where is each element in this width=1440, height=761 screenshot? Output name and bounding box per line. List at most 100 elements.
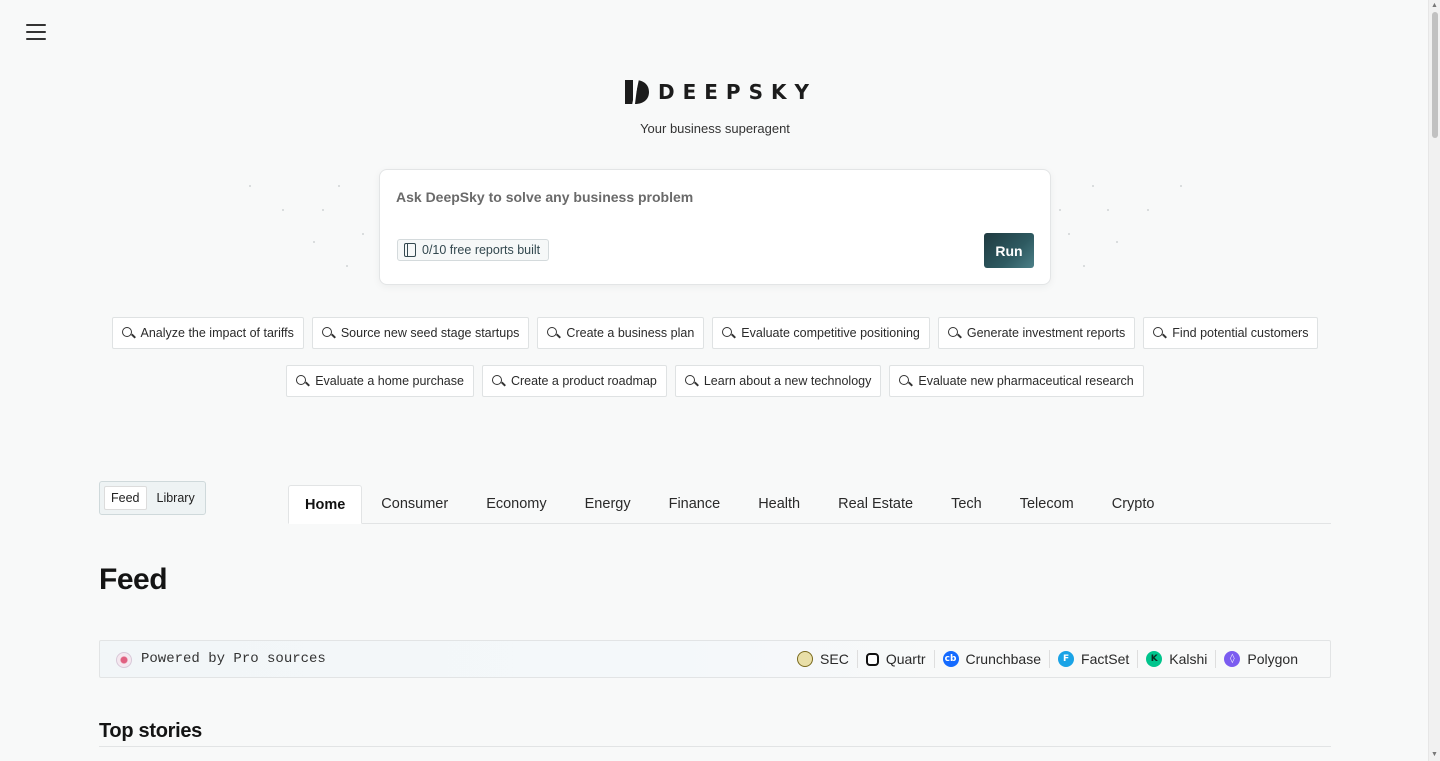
source-factset[interactable]: F FactSet [1049,650,1137,668]
decor-dot [1107,209,1109,211]
tab-telecom[interactable]: Telecom [1001,485,1093,523]
source-sec[interactable]: SEC [789,650,857,668]
suggestion-chip[interactable]: Create a business plan [537,317,705,349]
section-title-top-stories: Top stories [99,720,203,742]
tab-home[interactable]: Home [288,485,363,524]
decor-dot [346,265,348,267]
factset-icon: F [1058,651,1075,667]
page: DEEPSKY Your business superagent 0/10 fr… [0,0,1440,761]
decor-dot [249,185,251,187]
toggle-library[interactable]: Library [151,486,201,510]
powered-by-label: Powered by Pro sources [141,651,326,667]
feed-library-toggle: Feed Library [99,481,206,515]
scroll-up-icon[interactable]: ▲ [1431,2,1438,10]
tagline: Your business superagent [640,121,790,136]
divider [99,746,1331,747]
decor-dot [338,185,340,187]
decor-dot [1147,209,1149,211]
source-polygon[interactable]: ◊ Polygon [1215,650,1306,668]
decor-dot [322,209,324,211]
brand-name: DEEPSKY [658,80,817,104]
toggle-feed[interactable]: Feed [104,486,147,510]
decor-dot [313,241,315,243]
suggestion-label: Evaluate competitive positioning [741,326,920,340]
suggestion-chip[interactable]: Source new seed stage startups [311,317,530,349]
suggestion-label: Create a product roadmap [510,374,657,388]
suggestion-chip[interactable]: Create a product roadmap [481,365,667,397]
search-icon [296,374,309,388]
tab-crypto[interactable]: Crypto [1093,485,1174,523]
suggestion-chip[interactable]: Generate investment reports [937,317,1136,349]
source-quartr[interactable]: Quartr [856,650,934,668]
page-title: Feed [99,563,168,596]
suggestion-label: Generate investment reports [966,326,1126,340]
run-button[interactable]: Run [984,233,1034,268]
source-label: Kalshi [1169,651,1208,667]
decor-dot [1059,209,1061,211]
free-reports-label: 0/10 free reports built [422,243,541,257]
prompt-input[interactable] [396,186,996,208]
source-label: Quartr [885,651,926,667]
suggestion-label: Evaluate new pharmaceutical research [918,374,1134,388]
free-reports-counter[interactable]: 0/10 free reports built [397,239,550,261]
prompt-box: 0/10 free reports built Run [379,169,1051,285]
suggestion-chip[interactable]: Evaluate competitive positioning [712,317,930,349]
suggestion-chip[interactable]: Find potential customers [1143,317,1319,349]
notebook-icon [404,243,416,257]
tab-real-estate[interactable]: Real Estate [819,485,932,523]
source-label: FactSet [1081,651,1130,667]
decor-dot [1116,241,1118,243]
source-label: SEC [820,651,849,667]
suggestion-label: Evaluate a home purchase [315,374,464,388]
suggestion-label: Find potential customers [1172,326,1309,340]
tab-tech[interactable]: Tech [932,485,1001,523]
tab-finance[interactable]: Finance [650,485,740,523]
search-icon [321,326,335,340]
search-icon [491,374,505,388]
search-icon [947,326,961,340]
tab-consumer[interactable]: Consumer [362,485,467,523]
pro-sources-icon [116,652,132,668]
category-tabs: Home Consumer Economy Energy Finance Hea… [288,485,1331,524]
decor-dot [1092,185,1094,187]
source-label: Crunchbase [965,651,1042,667]
suggestion-label: Source new seed stage startups [340,326,520,340]
quartr-icon [865,652,879,666]
suggestion-chip[interactable]: Evaluate new pharmaceutical research [889,365,1144,397]
search-icon [684,374,698,388]
search-icon [547,326,560,340]
scrollbar-thumb[interactable] [1432,12,1438,138]
source-crunchbase[interactable]: cb Crunchbase [933,650,1050,668]
suggestion-label: Learn about a new technology [703,374,872,388]
suggestion-chip[interactable]: Learn about a new technology [674,365,882,397]
scroll-down-icon[interactable]: ▼ [1431,751,1438,759]
decor-dot [1083,265,1085,267]
vertical-scrollbar[interactable]: ▲ ▼ [1428,0,1440,761]
source-label: Polygon [1247,651,1298,667]
polygon-icon: ◊ [1224,651,1241,667]
decor-dot [282,209,284,211]
decor-dot [1180,185,1182,187]
search-icon [121,326,135,340]
source-list: SEC Quartr cb Crunchbase F FactSet K Kal… [789,650,1306,668]
tab-economy[interactable]: Economy [467,485,565,523]
tab-energy[interactable]: Energy [566,485,650,523]
suggestion-label: Create a business plan [566,326,695,340]
decor-dot [1068,233,1070,235]
source-kalshi[interactable]: K Kalshi [1137,650,1215,668]
suggestion-label: Analyze the impact of tariffs [140,326,294,340]
kalshi-icon: K [1146,651,1163,667]
sec-seal-icon [797,651,814,667]
suggestion-row-2: Evaluate a home purchase Create a produc… [0,365,1430,397]
suggestion-chip[interactable]: Evaluate a home purchase [286,365,474,397]
deepsky-logo: DEEPSKY [624,79,817,105]
deepsky-mark-icon [625,79,649,105]
pro-sources-bar: Powered by Pro sources SEC Quartr cb Cru… [99,640,1331,678]
search-icon [899,374,912,388]
suggestion-chip[interactable]: Analyze the impact of tariffs [111,317,304,349]
search-icon [1153,326,1166,340]
crunchbase-icon: cb [942,651,959,667]
tab-health[interactable]: Health [739,485,819,523]
search-icon [722,326,735,340]
hamburger-menu-icon[interactable] [26,23,46,41]
